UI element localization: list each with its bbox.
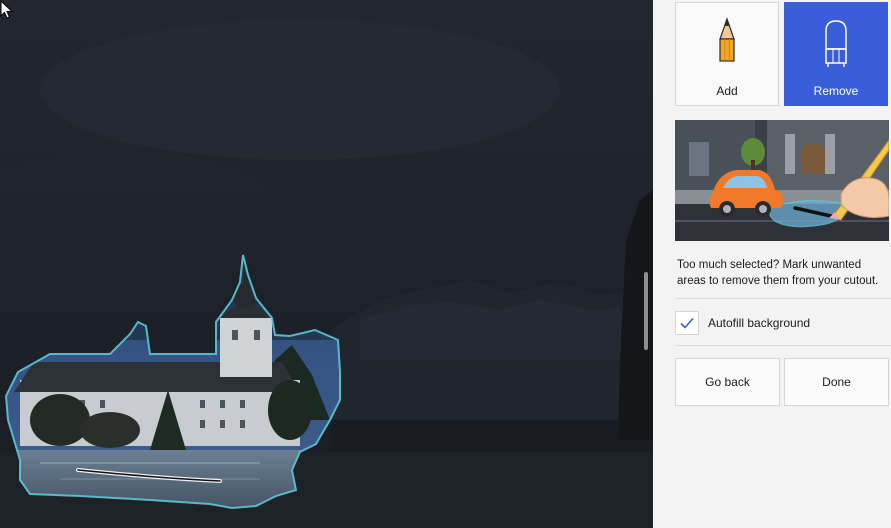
remove-tutorial-illustration <box>675 120 889 241</box>
pencil-icon <box>676 17 778 69</box>
cutout-preview[interactable] <box>0 0 653 528</box>
mouse-cursor-icon <box>0 0 14 19</box>
add-tool-button[interactable]: Add <box>675 2 779 106</box>
done-button[interactable]: Done <box>784 358 889 406</box>
autofill-checkbox[interactable] <box>675 311 699 335</box>
go-back-button[interactable]: Go back <box>675 358 780 406</box>
autofill-background-toggle[interactable]: Autofill background <box>675 309 810 337</box>
checkmark-icon <box>680 317 694 329</box>
autofill-label: Autofill background <box>708 316 811 330</box>
remove-tool-label: Remove <box>813 84 859 98</box>
image-canvas[interactable] <box>0 0 653 528</box>
remove-tool-button[interactable]: Remove <box>784 2 888 106</box>
scrollbar[interactable] <box>644 272 648 350</box>
eraser-icon <box>785 17 887 69</box>
divider <box>675 345 891 346</box>
divider <box>675 298 891 299</box>
refine-panel: Add Remove Too much selected? Mark unwan… <box>653 0 891 528</box>
add-tool-label: Add <box>716 84 738 98</box>
help-text: Too much selected? Mark unwanted areas t… <box>677 259 879 287</box>
